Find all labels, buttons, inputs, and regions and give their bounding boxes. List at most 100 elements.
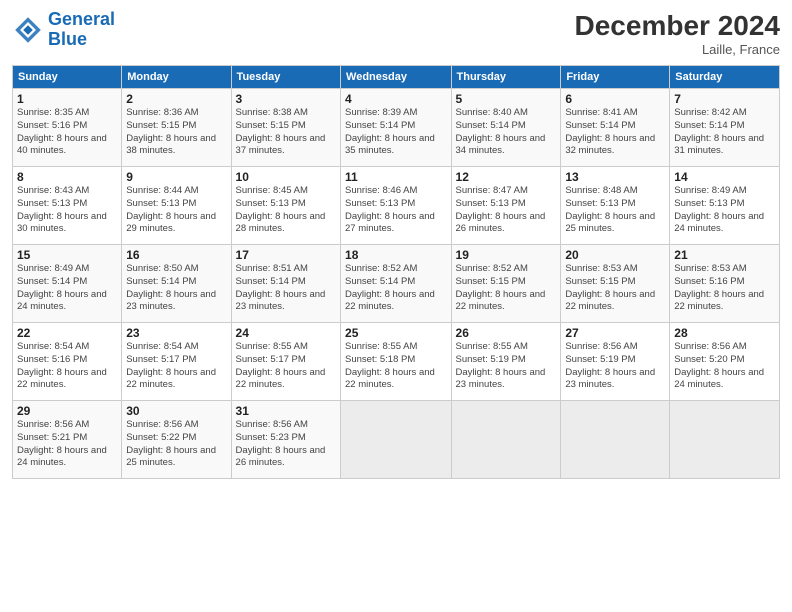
sunrise-label: Sunrise: 8:53 AM [565, 263, 637, 274]
day-number: 26 [456, 326, 557, 340]
daylight-label: Daylight: 8 hours and 29 minutes. [126, 211, 216, 235]
daylight-label: Daylight: 8 hours and 25 minutes. [126, 445, 216, 469]
sunset-label: Sunset: 5:15 PM [456, 276, 526, 287]
sunset-label: Sunset: 5:16 PM [674, 276, 744, 287]
location: Laille, France [575, 42, 780, 57]
sunrise-label: Sunrise: 8:41 AM [565, 107, 637, 118]
col-thursday: Thursday [451, 66, 561, 89]
day-info: Sunrise: 8:54 AM Sunset: 5:17 PM Dayligh… [126, 341, 226, 392]
day-number: 10 [236, 170, 336, 184]
day-info: Sunrise: 8:39 AM Sunset: 5:14 PM Dayligh… [345, 107, 447, 158]
daylight-label: Daylight: 8 hours and 23 minutes. [236, 289, 326, 313]
calendar-cell: 16 Sunrise: 8:50 AM Sunset: 5:14 PM Dayl… [122, 245, 231, 323]
sunset-label: Sunset: 5:13 PM [565, 198, 635, 209]
col-friday: Friday [561, 66, 670, 89]
daylight-label: Daylight: 8 hours and 35 minutes. [345, 133, 435, 157]
sunrise-label: Sunrise: 8:40 AM [456, 107, 528, 118]
sunrise-label: Sunrise: 8:54 AM [17, 341, 89, 352]
page-container: General Blue December 2024 Laille, Franc… [0, 0, 792, 487]
sunrise-label: Sunrise: 8:46 AM [345, 185, 417, 196]
sunset-label: Sunset: 5:14 PM [345, 276, 415, 287]
calendar-cell: 4 Sunrise: 8:39 AM Sunset: 5:14 PM Dayli… [341, 89, 452, 167]
sunrise-label: Sunrise: 8:45 AM [236, 185, 308, 196]
day-number: 12 [456, 170, 557, 184]
daylight-label: Daylight: 8 hours and 27 minutes. [345, 211, 435, 235]
sunrise-label: Sunrise: 8:52 AM [345, 263, 417, 274]
calendar-cell: 27 Sunrise: 8:56 AM Sunset: 5:19 PM Dayl… [561, 323, 670, 401]
day-number: 2 [126, 92, 226, 106]
day-info: Sunrise: 8:51 AM Sunset: 5:14 PM Dayligh… [236, 263, 336, 314]
sunrise-label: Sunrise: 8:51 AM [236, 263, 308, 274]
day-number: 8 [17, 170, 117, 184]
sunrise-label: Sunrise: 8:49 AM [17, 263, 89, 274]
daylight-label: Daylight: 8 hours and 23 minutes. [565, 367, 655, 391]
sunset-label: Sunset: 5:14 PM [456, 120, 526, 131]
calendar-cell [341, 401, 452, 479]
sunset-label: Sunset: 5:15 PM [126, 120, 196, 131]
sunset-label: Sunset: 5:14 PM [674, 120, 744, 131]
day-number: 9 [126, 170, 226, 184]
daylight-label: Daylight: 8 hours and 28 minutes. [236, 211, 326, 235]
sunrise-label: Sunrise: 8:56 AM [565, 341, 637, 352]
calendar-cell: 17 Sunrise: 8:51 AM Sunset: 5:14 PM Dayl… [231, 245, 340, 323]
sunrise-label: Sunrise: 8:56 AM [236, 419, 308, 430]
daylight-label: Daylight: 8 hours and 26 minutes. [456, 211, 546, 235]
calendar-cell: 21 Sunrise: 8:53 AM Sunset: 5:16 PM Dayl… [670, 245, 780, 323]
sunset-label: Sunset: 5:14 PM [345, 120, 415, 131]
calendar-row: 29 Sunrise: 8:56 AM Sunset: 5:21 PM Dayl… [13, 401, 780, 479]
calendar-row: 22 Sunrise: 8:54 AM Sunset: 5:16 PM Dayl… [13, 323, 780, 401]
sunrise-label: Sunrise: 8:48 AM [565, 185, 637, 196]
day-info: Sunrise: 8:56 AM Sunset: 5:23 PM Dayligh… [236, 419, 336, 470]
day-number: 18 [345, 248, 447, 262]
sunrise-label: Sunrise: 8:52 AM [456, 263, 528, 274]
calendar-cell: 13 Sunrise: 8:48 AM Sunset: 5:13 PM Dayl… [561, 167, 670, 245]
day-info: Sunrise: 8:49 AM Sunset: 5:14 PM Dayligh… [17, 263, 117, 314]
col-monday: Monday [122, 66, 231, 89]
sunrise-label: Sunrise: 8:44 AM [126, 185, 198, 196]
sunset-label: Sunset: 5:16 PM [17, 120, 87, 131]
calendar-row: 1 Sunrise: 8:35 AM Sunset: 5:16 PM Dayli… [13, 89, 780, 167]
day-info: Sunrise: 8:52 AM Sunset: 5:14 PM Dayligh… [345, 263, 447, 314]
calendar-cell: 1 Sunrise: 8:35 AM Sunset: 5:16 PM Dayli… [13, 89, 122, 167]
day-number: 11 [345, 170, 447, 184]
calendar-cell: 9 Sunrise: 8:44 AM Sunset: 5:13 PM Dayli… [122, 167, 231, 245]
day-info: Sunrise: 8:38 AM Sunset: 5:15 PM Dayligh… [236, 107, 336, 158]
day-info: Sunrise: 8:53 AM Sunset: 5:16 PM Dayligh… [674, 263, 775, 314]
sunset-label: Sunset: 5:15 PM [565, 276, 635, 287]
day-number: 1 [17, 92, 117, 106]
calendar-cell: 3 Sunrise: 8:38 AM Sunset: 5:15 PM Dayli… [231, 89, 340, 167]
day-info: Sunrise: 8:35 AM Sunset: 5:16 PM Dayligh… [17, 107, 117, 158]
day-info: Sunrise: 8:55 AM Sunset: 5:18 PM Dayligh… [345, 341, 447, 392]
header: General Blue December 2024 Laille, Franc… [12, 10, 780, 57]
day-number: 25 [345, 326, 447, 340]
sunrise-label: Sunrise: 8:53 AM [674, 263, 746, 274]
calendar-cell: 26 Sunrise: 8:55 AM Sunset: 5:19 PM Dayl… [451, 323, 561, 401]
daylight-label: Daylight: 8 hours and 26 minutes. [236, 445, 326, 469]
day-info: Sunrise: 8:40 AM Sunset: 5:14 PM Dayligh… [456, 107, 557, 158]
day-number: 22 [17, 326, 117, 340]
sunrise-label: Sunrise: 8:56 AM [126, 419, 198, 430]
day-info: Sunrise: 8:43 AM Sunset: 5:13 PM Dayligh… [17, 185, 117, 236]
calendar-cell: 6 Sunrise: 8:41 AM Sunset: 5:14 PM Dayli… [561, 89, 670, 167]
sunrise-label: Sunrise: 8:49 AM [674, 185, 746, 196]
calendar-cell: 5 Sunrise: 8:40 AM Sunset: 5:14 PM Dayli… [451, 89, 561, 167]
logo-text: General Blue [48, 10, 115, 50]
calendar-cell: 31 Sunrise: 8:56 AM Sunset: 5:23 PM Dayl… [231, 401, 340, 479]
sunrise-label: Sunrise: 8:55 AM [456, 341, 528, 352]
logo: General Blue [12, 10, 115, 50]
title-area: December 2024 Laille, France [575, 10, 780, 57]
sunrise-label: Sunrise: 8:55 AM [345, 341, 417, 352]
sunrise-label: Sunrise: 8:35 AM [17, 107, 89, 118]
calendar-cell: 8 Sunrise: 8:43 AM Sunset: 5:13 PM Dayli… [13, 167, 122, 245]
sunset-label: Sunset: 5:21 PM [17, 432, 87, 443]
day-info: Sunrise: 8:56 AM Sunset: 5:20 PM Dayligh… [674, 341, 775, 392]
logo-icon [12, 14, 44, 46]
daylight-label: Daylight: 8 hours and 31 minutes. [674, 133, 764, 157]
sunrise-label: Sunrise: 8:36 AM [126, 107, 198, 118]
col-sunday: Sunday [13, 66, 122, 89]
day-info: Sunrise: 8:56 AM Sunset: 5:19 PM Dayligh… [565, 341, 665, 392]
sunset-label: Sunset: 5:17 PM [236, 354, 306, 365]
day-info: Sunrise: 8:54 AM Sunset: 5:16 PM Dayligh… [17, 341, 117, 392]
daylight-label: Daylight: 8 hours and 23 minutes. [456, 367, 546, 391]
day-number: 13 [565, 170, 665, 184]
